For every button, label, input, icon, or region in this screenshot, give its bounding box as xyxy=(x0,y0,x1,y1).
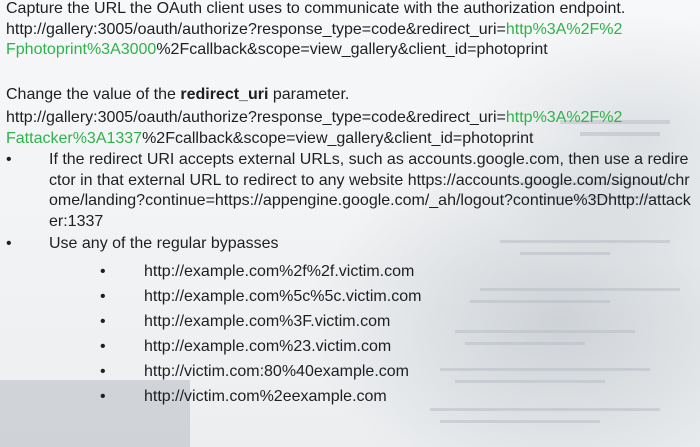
list-item: • http://example.com%2f%2f.victim.com xyxy=(6,259,696,284)
bypass-url: http://victim.com%2eexample.com xyxy=(144,387,387,405)
bullet-redirector: • If the redirect URI accepts external U… xyxy=(6,150,696,232)
list-item: • http://victim.com%2eexample.com xyxy=(6,384,696,409)
capture-url-highlight-1: http%3A%2F%2 xyxy=(505,20,623,38)
change-url-highlight-2: Fattacker%3A1337 xyxy=(6,129,143,147)
change-url-prefix: http://gallery:3005/oauth/authorize?resp… xyxy=(6,109,506,126)
bullet-redirector-text: If the redirect URI accepts external URL… xyxy=(49,151,691,230)
bullet-regular-bypasses: • Use any of the regular bypasses xyxy=(6,234,696,255)
change-heading-suffix: parameter. xyxy=(268,85,350,103)
change-url-highlight-1: http%3A%2F%2 xyxy=(505,109,623,126)
bypass-url: http://example.com%3F.victim.com xyxy=(144,312,391,330)
capture-url-line-1: http://gallery:3005/oauth/authorize?resp… xyxy=(6,20,696,41)
slide-content: Capture the URL the OAuth client uses to… xyxy=(6,0,696,409)
bullet-regular-bypasses-text: Use any of the regular bypasses xyxy=(49,235,279,252)
sub-bullet-symbol: • xyxy=(100,337,106,355)
bullet-symbol: • xyxy=(6,151,12,168)
bullet-symbol: • xyxy=(6,235,12,252)
capture-heading: Capture the URL the OAuth client uses to… xyxy=(6,0,626,17)
sub-bullet-symbol: • xyxy=(100,312,106,330)
change-heading: Change the value of the redirect_uri par… xyxy=(6,85,696,106)
capture-url-prefix: http://gallery:3005/oauth/authorize?resp… xyxy=(6,20,506,38)
bypass-list: • http://example.com%2f%2f.victim.com • … xyxy=(6,259,696,409)
bypass-url: http://example.com%5c%5c.victim.com xyxy=(144,287,422,305)
list-item: • http://example.com%23.victim.com xyxy=(6,334,696,359)
list-item: • http://example.com%3F.victim.com xyxy=(6,309,696,334)
change-url-suffix: %2Fcallback&scope=view_gallery&client_id… xyxy=(142,129,534,147)
change-heading-prefix: Change the value of the xyxy=(6,85,181,103)
change-heading-param: redirect_uri xyxy=(180,85,269,103)
sub-bullet-symbol: • xyxy=(100,362,106,380)
sub-bullet-symbol: • xyxy=(100,262,106,280)
bypass-url: http://victim.com:80%40example.com xyxy=(144,362,409,380)
capture-url-suffix: %2Fcallback&scope=view_gallery&client_id… xyxy=(156,41,548,58)
bypass-url: http://example.com%2f%2f.victim.com xyxy=(144,262,415,280)
list-item: • http://victim.com:80%40example.com xyxy=(6,359,696,384)
sub-bullet-symbol: • xyxy=(100,387,106,405)
change-url-line-2: Fattacker%3A1337%2Fcallback&scope=view_g… xyxy=(6,129,696,150)
capture-url-highlight-2: Fphotoprint%3A3000 xyxy=(6,41,157,58)
sub-bullet-symbol: • xyxy=(100,287,106,305)
list-item: • http://example.com%5c%5c.victim.com xyxy=(6,284,696,309)
bypass-url: http://example.com%23.victim.com xyxy=(144,337,392,355)
capture-url-line-2: Fphotoprint%3A3000%2Fcallback&scope=view… xyxy=(6,40,696,61)
change-url-line-1: http://gallery:3005/oauth/authorize?resp… xyxy=(6,108,696,129)
